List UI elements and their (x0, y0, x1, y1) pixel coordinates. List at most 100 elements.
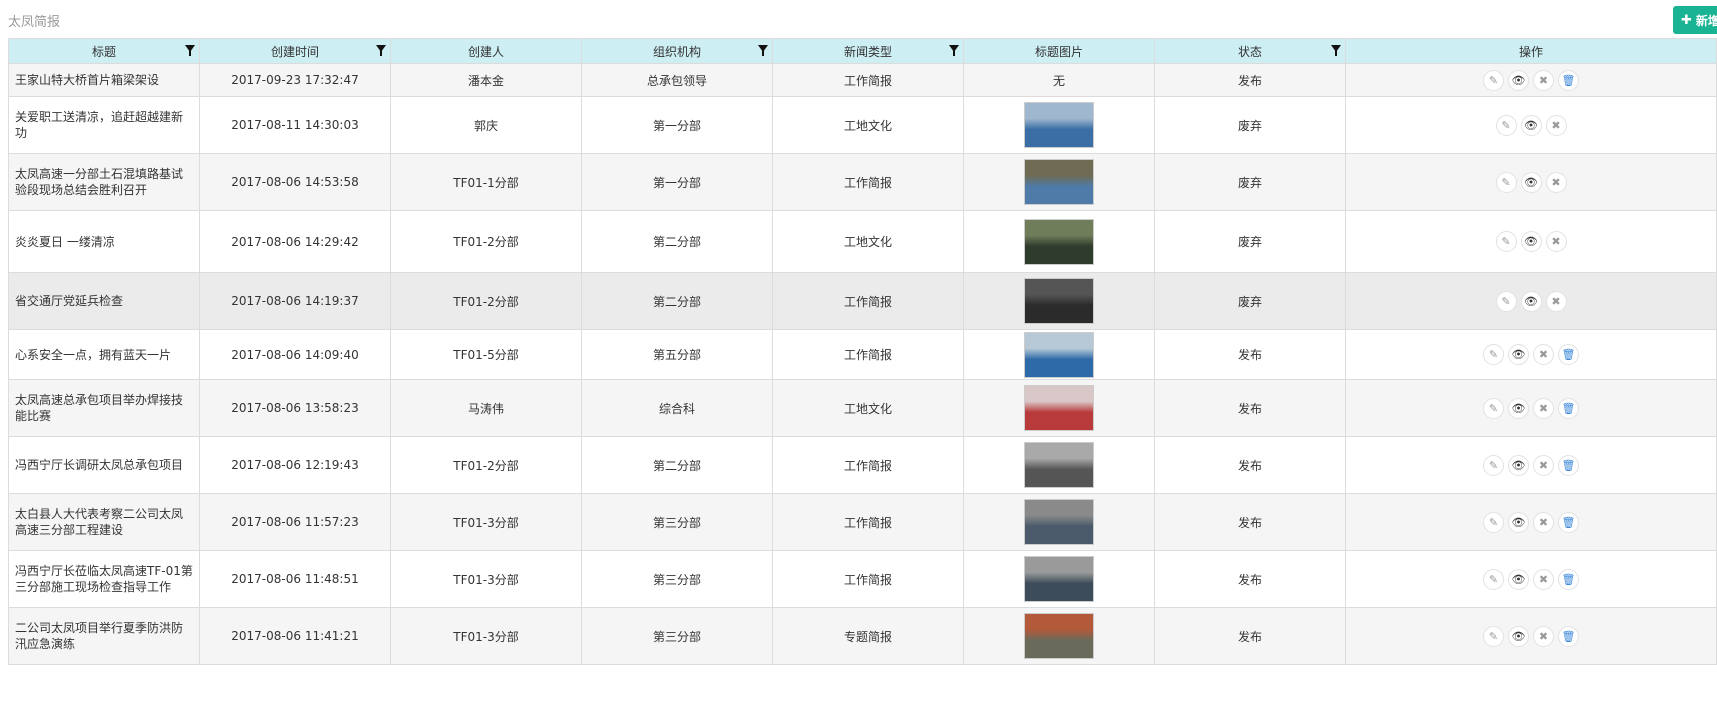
column-label: 状态 (1237, 44, 1262, 59)
column-label: 新闻类型 (843, 44, 892, 59)
row-actions: ✎ 👁 ✖ 🗑 (1352, 344, 1710, 365)
table-row[interactable]: 太凤高速总承包项目举办焊接技能比赛 2017-08-06 13:58:23 马涛伟综… (8, 379, 1717, 437)
eye-icon[interactable]: 👁 (1520, 114, 1542, 136)
table-row[interactable]: 冯西宁厅长莅临太凤高速TF-01第三分部施工现场检查指导工作 2017-08-06… (8, 550, 1717, 608)
cell-time: 2017-08-06 12:19:43 (199, 436, 391, 494)
cell-time: 2017-08-06 14:09:40 (199, 329, 391, 380)
title-image-thumbnail[interactable] (1024, 159, 1094, 205)
close-icon[interactable]: ✖ (1533, 568, 1554, 590)
eye-icon[interactable]: 👁 (1508, 454, 1529, 476)
eye-icon[interactable]: 👁 (1508, 511, 1529, 533)
row-actions: ✎ 👁 ✖ (1352, 290, 1710, 312)
close-icon[interactable]: ✖ (1545, 114, 1567, 136)
edit-icon[interactable]: ✎ (1495, 231, 1517, 252)
eye-icon[interactable]: 👁 (1520, 231, 1542, 252)
edit-icon[interactable]: ✎ (1495, 114, 1517, 136)
eye-icon[interactable]: 👁 (1508, 397, 1529, 419)
table-row[interactable]: 太白县人大代表考察二公司太凤高速三分部工程建设 2017-08-06 11:57:… (8, 493, 1717, 551)
column-header-time[interactable]: 创建时间 (199, 38, 391, 64)
table-row[interactable]: 冯西宁厅长调研太凤总承包项目 2017-08-06 12:19:43 TF01-2分… (8, 436, 1717, 494)
column-header-status[interactable]: 状态 (1154, 38, 1346, 64)
edit-icon[interactable]: ✎ (1483, 397, 1504, 419)
eye-icon[interactable]: 👁 (1508, 344, 1529, 365)
trash-icon[interactable]: 🗑 (1558, 568, 1579, 590)
trash-icon[interactable]: 🗑 (1558, 511, 1579, 533)
close-icon[interactable]: ✖ (1545, 290, 1567, 312)
cell-creator: TF01-3分部 (390, 493, 582, 551)
cell-actions: ✎ 👁 ✖ 🗑 (1345, 493, 1717, 551)
edit-icon[interactable]: ✎ (1483, 344, 1504, 365)
cell-creator: TF01-3分部 (390, 550, 582, 608)
cell-actions: ✎ 👁 ✖ (1345, 272, 1717, 330)
column-label: 标题 (91, 44, 116, 59)
filter-icon[interactable] (376, 45, 386, 56)
filter-icon[interactable] (758, 45, 768, 56)
close-icon[interactable]: ✖ (1545, 171, 1567, 193)
table-row[interactable]: 太凤高速一分部土石混填路基试验段现场总结会胜利召开 2017-08-06 14:5… (8, 153, 1717, 211)
edit-icon[interactable]: ✎ (1483, 69, 1504, 91)
title-image-thumbnail[interactable] (1024, 499, 1094, 545)
filter-icon[interactable] (949, 45, 959, 56)
cell-org: 第五分部 (581, 329, 773, 380)
eye-icon[interactable]: 👁 (1520, 290, 1542, 312)
column-header-title[interactable]: 标题 (8, 38, 200, 64)
header-row: 标题 创建时间 创建人 组织机构 新闻类型 标题图片 状态 操作 (8, 38, 1717, 64)
column-header-org[interactable]: 组织机构 (581, 38, 773, 64)
cell-creator: 马涛伟 (390, 379, 582, 437)
filter-icon[interactable] (1331, 45, 1341, 56)
cell-org: 总承包领导 (581, 63, 773, 97)
edit-icon[interactable]: ✎ (1483, 454, 1504, 476)
column-header-type[interactable]: 新闻类型 (772, 38, 964, 64)
cell-creator: TF01-1分部 (390, 153, 582, 211)
cell-org: 第二分部 (581, 210, 773, 273)
title-image-thumbnail[interactable] (1024, 556, 1094, 602)
table-row[interactable]: 二公司太凤项目举行夏季防洪防汛应急演练 2017-08-06 11:41:21 TF… (8, 607, 1717, 665)
close-icon[interactable]: ✖ (1533, 344, 1554, 365)
cell-type: 工作简报 (772, 436, 964, 494)
row-actions: ✎ 👁 ✖ 🗑 (1352, 454, 1710, 476)
filter-icon[interactable] (185, 45, 195, 56)
eye-icon[interactable]: 👁 (1508, 69, 1529, 91)
eye-icon[interactable]: 👁 (1520, 171, 1542, 193)
trash-icon[interactable]: 🗑 (1558, 397, 1579, 419)
cell-time: 2017-08-06 14:53:58 (199, 153, 391, 211)
cell-actions: ✎ 👁 ✖ 🗑 (1345, 550, 1717, 608)
cell-image (963, 96, 1155, 154)
table-row[interactable]: 心系安全一点，拥有蓝天一片 2017-08-06 14:09:40 TF01-5分部… (8, 329, 1717, 380)
title-image-thumbnail[interactable] (1024, 331, 1094, 378)
cell-actions: ✎ 👁 ✖ (1345, 153, 1717, 211)
title-image-thumbnail[interactable] (1024, 218, 1094, 265)
title-image-thumbnail[interactable] (1024, 278, 1094, 324)
close-icon[interactable]: ✖ (1533, 69, 1554, 91)
table-row[interactable]: 关爱职工送清凉，追赶超越建新功 2017-08-11 14:30:03 郭庆 第一分部… (8, 96, 1717, 154)
edit-icon[interactable]: ✎ (1483, 511, 1504, 533)
cell-status: 发布 (1154, 493, 1346, 551)
table-row[interactable]: 省交通厅党延兵检查 2017-08-06 14:19:37 TF01-2分部 第二分部… (8, 272, 1717, 330)
edit-icon[interactable]: ✎ (1495, 290, 1517, 312)
edit-icon[interactable]: ✎ (1483, 568, 1504, 590)
title-image-thumbnail[interactable] (1024, 102, 1094, 148)
close-icon[interactable]: ✖ (1533, 625, 1554, 647)
eye-icon[interactable]: 👁 (1508, 625, 1529, 647)
eye-icon[interactable]: 👁 (1508, 568, 1529, 590)
trash-icon[interactable]: 🗑 (1558, 625, 1579, 647)
trash-icon[interactable]: 🗑 (1558, 454, 1579, 476)
cell-status: 发布 (1154, 379, 1346, 437)
close-icon[interactable]: ✖ (1533, 511, 1554, 533)
cell-actions: ✎ 👁 ✖ (1345, 210, 1717, 273)
trash-icon[interactable]: 🗑 (1558, 344, 1579, 365)
close-icon[interactable]: ✖ (1533, 454, 1554, 476)
edit-icon[interactable]: ✎ (1483, 625, 1504, 647)
title-image-thumbnail[interactable] (1024, 613, 1094, 659)
close-icon[interactable]: ✖ (1545, 231, 1567, 252)
edit-icon[interactable]: ✎ (1495, 171, 1517, 193)
cell-time: 2017-08-06 11:41:21 (199, 607, 391, 665)
title-image-thumbnail[interactable] (1024, 442, 1094, 488)
cell-title: 炎炎夏日 一缕清凉 (8, 210, 200, 273)
close-icon[interactable]: ✖ (1533, 397, 1554, 419)
trash-icon[interactable]: 🗑 (1558, 69, 1579, 91)
table-row[interactable]: 炎炎夏日 一缕清凉 2017-08-06 14:29:42 TF01-2分部 第二分部… (8, 210, 1717, 273)
add-button[interactable]: ✚ 新增 (1673, 6, 1717, 34)
table-row[interactable]: 王家山特大桥首片箱梁架设 2017-09-23 17:32:47 潘本金 总承包领导工… (8, 63, 1717, 97)
title-image-thumbnail[interactable] (1024, 385, 1094, 431)
